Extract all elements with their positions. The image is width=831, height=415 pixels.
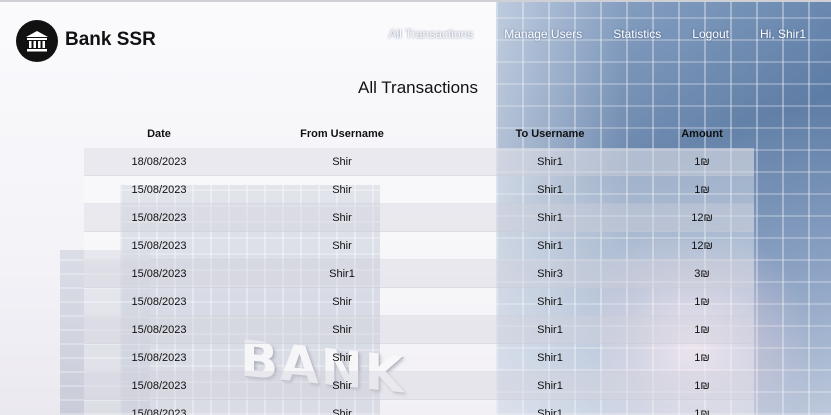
cell-amount: 1₪ xyxy=(694,351,710,364)
table-row: 15/08/2023 Shir Shir1 1₪ xyxy=(84,316,754,344)
cell-from-username: Shir xyxy=(332,211,352,224)
page: BANK Bank SSR All Transactions Manage Us… xyxy=(0,0,831,415)
nav-statistics[interactable]: Statistics xyxy=(613,27,661,41)
cell-amount: 12₪ xyxy=(691,239,713,252)
column-header-date: Date xyxy=(147,128,171,140)
nav-all-transactions[interactable]: All Transactions xyxy=(389,27,474,41)
cell-date: 15/08/2023 xyxy=(131,351,187,364)
cell-amount: 12₪ xyxy=(691,211,713,224)
cell-to-username: Shir3 xyxy=(537,267,563,280)
cell-date: 15/08/2023 xyxy=(131,211,187,224)
table-row: 18/08/2023 Shir Shir1 1₪ xyxy=(84,148,754,176)
cell-amount: 1₪ xyxy=(694,379,710,392)
cell-amount: 1₪ xyxy=(694,183,710,196)
column-header-to-username: To Username xyxy=(515,128,585,140)
cell-from-username: Shir xyxy=(332,155,352,168)
header: Bank SSR All Transactions Manage Users S… xyxy=(0,2,831,68)
table-row: 15/08/2023 Shir Shir1 1₪ xyxy=(84,372,754,400)
cell-date: 15/08/2023 xyxy=(131,295,187,308)
cell-to-username: Shir1 xyxy=(537,295,563,308)
cell-from-username: Shir xyxy=(332,239,352,252)
cell-amount: 1₪ xyxy=(694,155,710,168)
cell-amount: 3₪ xyxy=(694,267,710,280)
table-row: 15/08/2023 Shir Shir1 12₪ xyxy=(84,204,754,232)
nav-logout[interactable]: Logout xyxy=(692,27,729,41)
table-row: 15/08/2023 Shir1 Shir3 3₪ xyxy=(84,260,754,288)
table-body: 18/08/2023 Shir Shir1 1₪ 15/08/2023 Shir Shir1… xyxy=(84,148,754,415)
column-header-from-username: From Username xyxy=(300,128,384,140)
cell-date: 15/08/2023 xyxy=(131,323,187,336)
cell-date: 15/08/2023 xyxy=(131,183,187,196)
table-row: 15/08/2023 Shir Shir1 1₪ xyxy=(84,344,754,372)
cell-amount: 1₪ xyxy=(694,295,710,308)
table-row: 15/08/2023 Shir Shir1 12₪ xyxy=(84,232,754,260)
cell-from-username: Shir xyxy=(332,323,352,336)
cell-from-username: Shir xyxy=(332,183,352,196)
cell-date: 18/08/2023 xyxy=(131,155,187,168)
nav-manage-users[interactable]: Manage Users xyxy=(504,27,582,41)
cell-to-username: Shir1 xyxy=(537,323,563,336)
cell-to-username: Shir1 xyxy=(537,379,563,392)
top-nav: All Transactions Manage Users Statistics… xyxy=(358,27,806,41)
transactions-table: Date From Username To Username Amount 18… xyxy=(84,120,754,415)
cell-from-username: Shir xyxy=(332,295,352,308)
cell-to-username: Shir1 xyxy=(537,351,563,364)
table-row: 15/08/2023 Shir Shir1 1₪ xyxy=(84,288,754,316)
cell-amount: 1₪ xyxy=(694,407,710,415)
cell-to-username: Shir1 xyxy=(537,155,563,168)
cell-to-username: Shir1 xyxy=(537,183,563,196)
cell-date: 15/08/2023 xyxy=(131,407,187,415)
column-header-amount: Amount xyxy=(681,128,723,140)
cell-from-username: Shir xyxy=(332,351,352,364)
table-row: 15/08/2023 Shir Shir1 1₪ xyxy=(84,400,754,415)
bank-building-icon xyxy=(26,31,48,52)
cell-amount: 1₪ xyxy=(694,323,710,336)
brand-name[interactable]: Bank SSR xyxy=(65,29,156,51)
cell-to-username: Shir1 xyxy=(537,407,563,415)
cell-from-username: Shir1 xyxy=(329,267,355,280)
bank-logo[interactable] xyxy=(16,20,58,62)
table-header: Date From Username To Username Amount xyxy=(84,120,754,148)
cell-to-username: Shir1 xyxy=(537,211,563,224)
cell-from-username: Shir xyxy=(332,379,352,392)
cell-to-username: Shir1 xyxy=(537,239,563,252)
cell-date: 15/08/2023 xyxy=(131,379,187,392)
cell-date: 15/08/2023 xyxy=(131,267,187,280)
table-row: 15/08/2023 Shir Shir1 1₪ xyxy=(84,176,754,204)
cell-from-username: Shir xyxy=(332,407,352,415)
nav-user-greeting[interactable]: Hi, Shir1 xyxy=(760,27,806,41)
page-title: All Transactions xyxy=(358,78,478,97)
cell-date: 15/08/2023 xyxy=(131,239,187,252)
